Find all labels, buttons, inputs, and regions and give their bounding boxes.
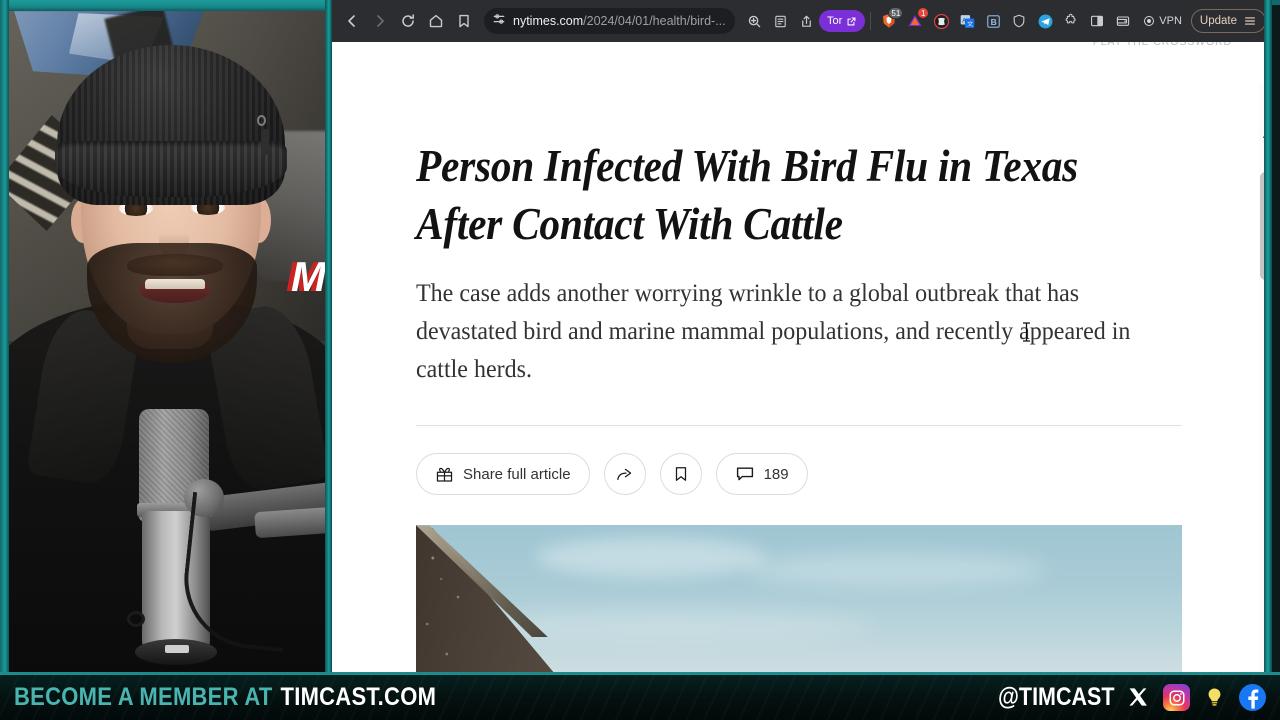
article: Person Infected With Bird Flu in Texas A… — [416, 42, 1184, 672]
toolbar-separator — [870, 12, 872, 30]
gift-icon — [435, 465, 454, 484]
tor-label: Tor — [827, 15, 843, 27]
browser-toolbar: nytimes.com/2024/04/01/health/bird-... T… — [332, 0, 1272, 42]
save-button[interactable] — [659, 453, 702, 496]
sidebar-toggle-icon[interactable] — [1084, 8, 1110, 34]
background-m-logo: M — [291, 253, 325, 300]
extensions-puzzle-icon[interactable] — [1058, 8, 1084, 34]
browser-window: nytimes.com/2024/04/01/health/bird-... T… — [332, 0, 1272, 672]
bitwarden-icon[interactable]: B — [980, 8, 1006, 34]
tor-button[interactable]: Tor — [819, 10, 866, 32]
comment-bubble-icon — [735, 464, 755, 484]
warning-triangle-icon[interactable]: 1 — [902, 7, 930, 34]
article-summary: The case adds another worrying wrinkle t… — [416, 280, 1131, 384]
membership-cta-prefix: BECOME A MEMBER AT — [14, 683, 273, 711]
update-label: Update — [1199, 15, 1237, 27]
share-arrow-icon — [615, 465, 634, 484]
person-beanie-brim — [55, 141, 287, 197]
home-button[interactable] — [422, 7, 450, 35]
social-handle: @TIMCAST — [997, 683, 1114, 711]
instagram-icon[interactable] — [1163, 684, 1190, 711]
share-full-article-label: Share full article — [463, 465, 571, 483]
video-frame-right-border — [325, 0, 332, 672]
membership-cta-domain: TIMCAST.COM — [280, 683, 437, 711]
facebook-icon[interactable] — [1239, 684, 1266, 711]
beanie-tab — [261, 129, 269, 155]
beanie-eyelet — [257, 115, 266, 126]
membership-banner: BECOME A MEMBER AT TIMCAST.COM @TIMCAST — [0, 672, 1280, 720]
cloud — [746, 553, 1046, 588]
update-button[interactable]: Update — [1190, 9, 1266, 33]
microphone-switch — [165, 645, 189, 653]
membership-cta: BECOME A MEMBER AT TIMCAST.COM — [14, 683, 436, 712]
translate-icon[interactable]: A 文 — [954, 8, 980, 34]
video-frame-left-border — [0, 0, 9, 672]
video-frame-top-border — [0, 0, 332, 11]
forward-button[interactable] — [366, 7, 394, 35]
person-mustache — [127, 254, 223, 276]
window-right-teal-edge — [1264, 0, 1272, 672]
barn-texture — [416, 525, 556, 672]
article-actions: Share full article 189 — [416, 453, 1184, 496]
page-viewport: PLAY THE CROSSWORD Person Infected With … — [332, 42, 1272, 672]
telegram-icon[interactable] — [1032, 8, 1058, 34]
social-links: @TIMCAST — [979, 683, 1266, 712]
video-content: VOLCOM — [9, 11, 325, 672]
text-cursor — [1022, 322, 1031, 342]
tracker-settings-icon[interactable] — [492, 12, 506, 31]
svg-text:B: B — [990, 16, 996, 26]
screen: VOLCOM — [0, 0, 1280, 720]
svg-text:文: 文 — [967, 19, 973, 27]
ghostery-icon[interactable] — [928, 8, 954, 34]
url-text: nytimes.com/2024/04/01/health/bird-... — [513, 14, 726, 28]
article-headline: Person Infected With Bird Flu in Texas A… — [416, 141, 1079, 249]
vpn-label: VPN — [1159, 15, 1182, 27]
person-teeth — [145, 279, 205, 289]
cloud — [536, 537, 766, 578]
svg-text:A: A — [962, 18, 966, 24]
address-bar[interactable]: nytimes.com/2024/04/01/health/bird-... — [484, 8, 735, 34]
article-hero-image — [416, 525, 1182, 672]
share-full-article-button[interactable]: Share full article — [416, 453, 590, 496]
vpn-button[interactable]: VPN — [1136, 10, 1189, 32]
minds-lightbulb-icon[interactable] — [1201, 684, 1228, 711]
share-button[interactable] — [603, 453, 646, 496]
comments-button[interactable]: 189 — [715, 453, 808, 496]
reader-mode-icon[interactable] — [767, 8, 793, 34]
bookmark-button[interactable] — [450, 7, 478, 35]
reload-button[interactable] — [394, 7, 422, 35]
webcam-video-pane: VOLCOM — [0, 0, 332, 672]
shield-outline-icon[interactable] — [1006, 8, 1032, 34]
brave-shields-icon[interactable]: 51 — [876, 7, 904, 34]
x-twitter-icon[interactable] — [1125, 684, 1152, 711]
cable-clip — [127, 611, 145, 627]
wallet-icon[interactable] — [1110, 8, 1136, 34]
comments-count: 189 — [763, 465, 789, 483]
brave-shields-badge: 51 — [888, 7, 904, 19]
bookmark-icon — [672, 465, 690, 483]
divider — [416, 425, 1182, 427]
share-icon[interactable] — [793, 8, 819, 34]
zoom-icon[interactable] — [741, 8, 767, 34]
back-button[interactable] — [338, 7, 366, 35]
